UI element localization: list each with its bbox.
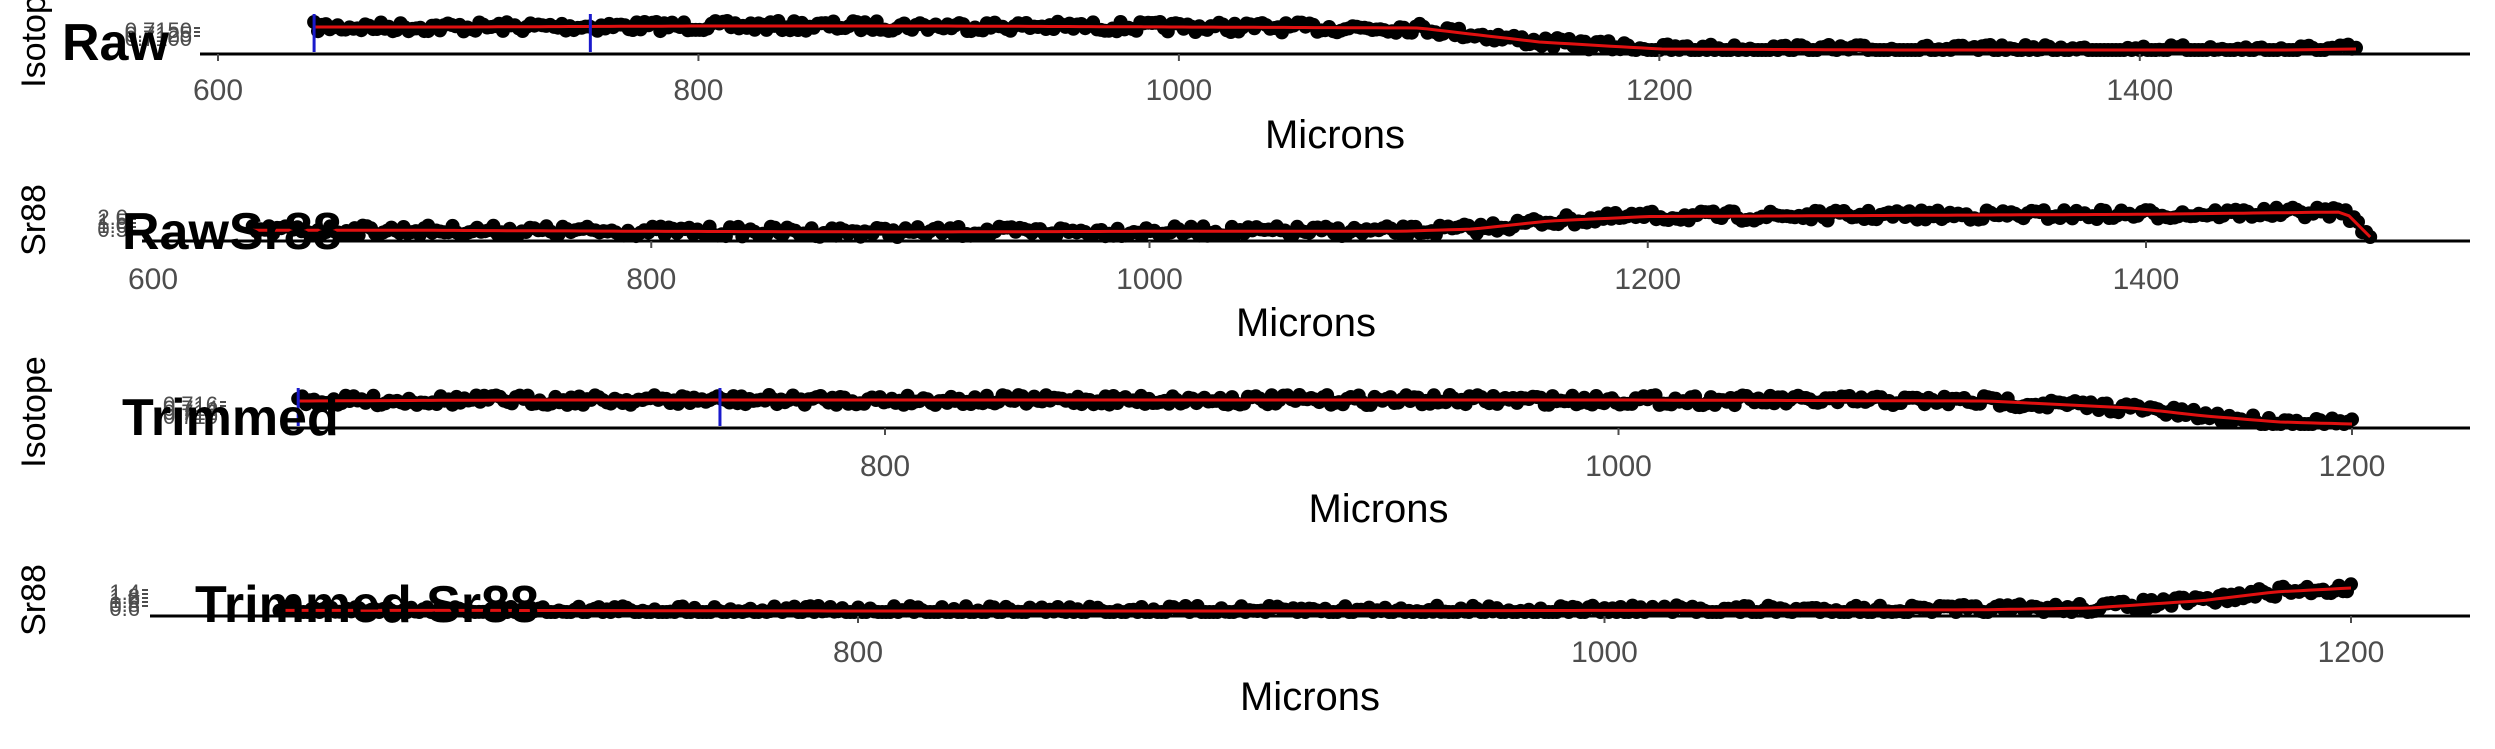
x-tick-label: 1000 bbox=[1585, 450, 1652, 483]
x-tick-label: 1000 bbox=[1571, 636, 1638, 669]
x-tick-label: 1200 bbox=[1626, 74, 1693, 107]
x-axis-label: Microns bbox=[1308, 487, 1448, 531]
x-tick-label: 800 bbox=[833, 636, 883, 669]
x-axis-label: Microns bbox=[1265, 113, 1405, 157]
y-axis-label: Sr88 bbox=[15, 184, 53, 256]
x-tick-label: 600 bbox=[193, 74, 243, 107]
x-tick-label: 1200 bbox=[2319, 450, 2386, 483]
data-points bbox=[272, 577, 2358, 619]
x-tick-label: 800 bbox=[860, 450, 910, 483]
data-points bbox=[245, 200, 2378, 244]
x-tick-label: 1400 bbox=[2106, 74, 2173, 107]
panel-1: 0.71500.71250.7100Isotope600 800 1000 1200 1… bbox=[15, 0, 2470, 157]
panel-4: 1.41.21.00.80.6Sr88800 1000 1200MicronsTri… bbox=[15, 564, 2470, 719]
x-tick-label: 800 bbox=[626, 263, 676, 296]
x-tick-label: 1200 bbox=[2318, 636, 2385, 669]
x-tick-label: 1000 bbox=[1146, 74, 1213, 107]
panel-3: 0.7160.7140.7120.710Isotope 800 1000 1200Mi… bbox=[15, 356, 2470, 531]
data-points bbox=[291, 388, 2359, 431]
x-tick-label: 1000 bbox=[1116, 263, 1183, 296]
panel-title: Trimmed Sr88 bbox=[195, 576, 539, 634]
panel-title: RawSr88 bbox=[122, 203, 342, 261]
x-tick-label: 800 bbox=[673, 74, 723, 107]
x-axis-label: Microns bbox=[1236, 301, 1376, 345]
y-axis-label: Isotope bbox=[15, 0, 53, 88]
panel-2: 2.01.51.00.5Sr88600 800 1000 1200 1400Micron… bbox=[15, 184, 2470, 345]
panel-title: Raw bbox=[62, 14, 169, 72]
figure: 0.71500.71250.7100Isotope600 800 1000 1200 1… bbox=[15, 0, 2470, 719]
y-axis-label: Sr88 bbox=[15, 564, 53, 636]
x-tick-label: 1400 bbox=[2113, 263, 2180, 296]
y-tick-label: 0.6 bbox=[109, 596, 140, 621]
y-axis-label: Isotope bbox=[15, 356, 53, 468]
x-axis-label: Microns bbox=[1240, 675, 1380, 719]
panel-title: Trimmed bbox=[122, 389, 339, 447]
x-tick-label: 1200 bbox=[1614, 263, 1681, 296]
x-tick-label: 600 bbox=[128, 263, 178, 296]
